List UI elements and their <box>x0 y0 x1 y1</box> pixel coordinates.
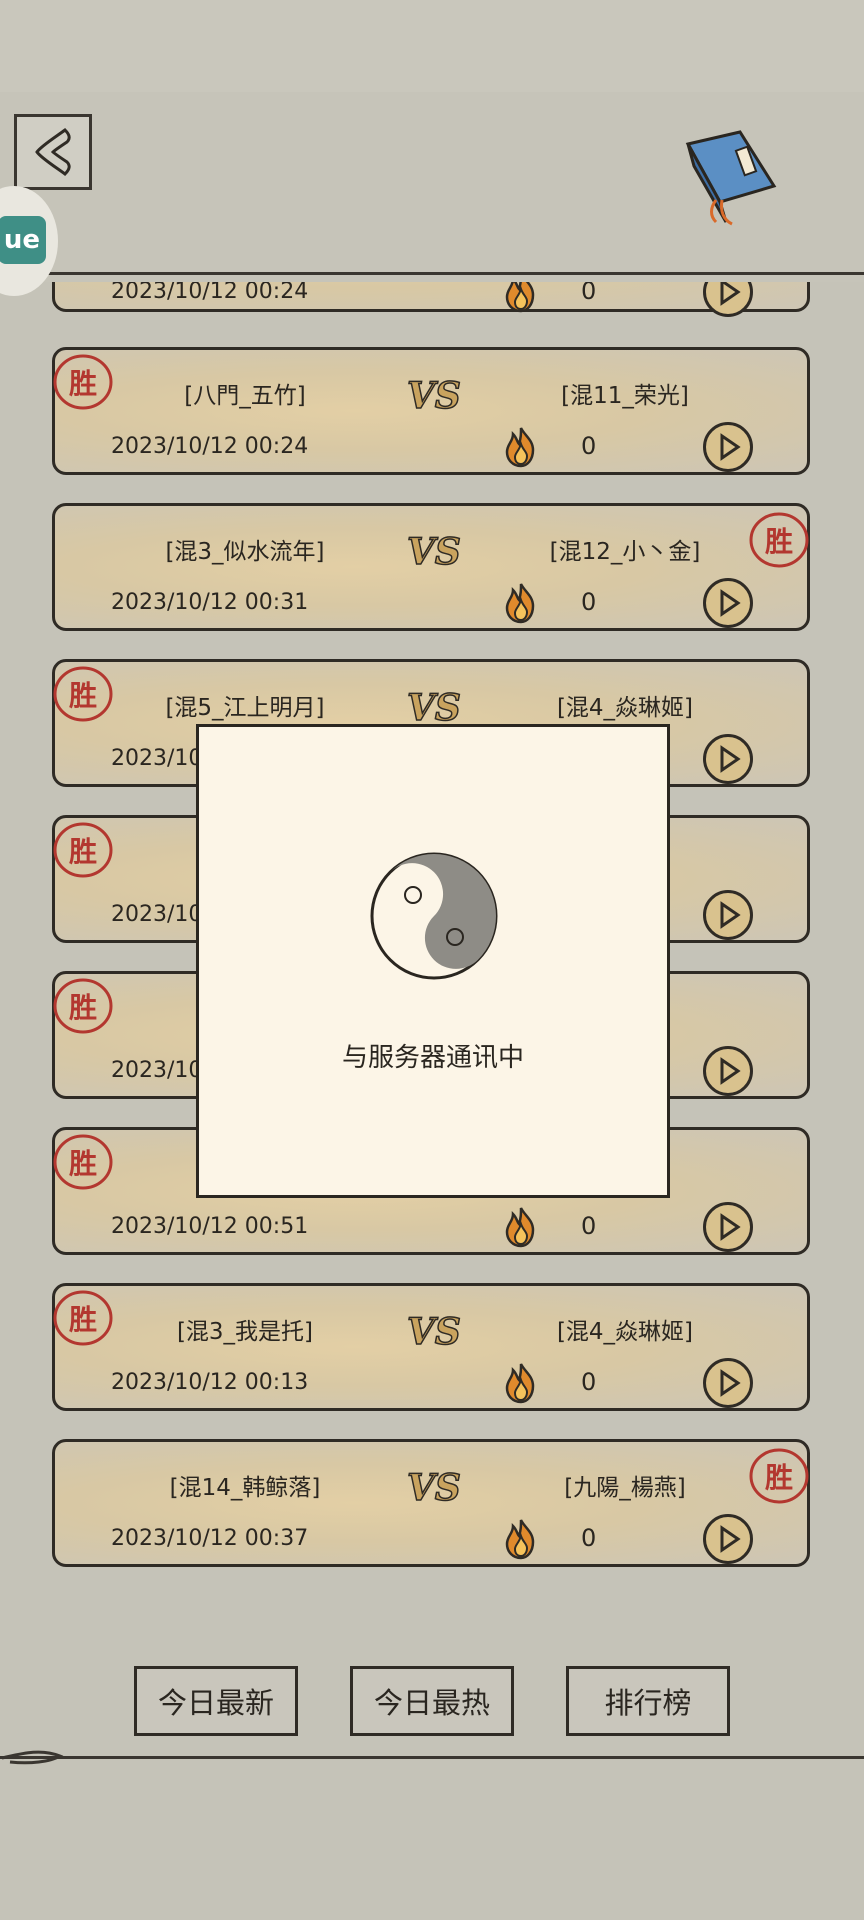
player-left-name: [混14_韩鲸落] <box>169 1475 321 1501</box>
fire-icon <box>505 427 535 468</box>
status-bar <box>0 0 864 92</box>
record-heat-count: 0 <box>581 1212 597 1240</box>
play-replay-button[interactable] <box>703 1514 753 1564</box>
record-date: 2023/10/12 00:31 <box>111 590 309 615</box>
win-stamp: 胜 <box>747 510 811 570</box>
player-right-name: [混12_小丶金] <box>549 539 701 565</box>
yin-yang-icon <box>370 852 498 980</box>
floating-app-badge-label: ue <box>0 216 46 264</box>
win-stamp: 胜 <box>747 1446 811 1506</box>
record-date: 2023/10/12 00:24 <box>111 434 309 459</box>
win-stamp: 胜 <box>51 1288 115 1348</box>
player-right-name: [混11_荣光] <box>561 383 689 409</box>
vs-icon: VS <box>406 1466 461 1508</box>
vs-icon: VS <box>406 530 461 572</box>
play-icon <box>720 282 741 306</box>
play-replay-button[interactable] <box>703 734 753 784</box>
record-date: 2023/10 <box>111 746 203 771</box>
win-stamp: 胜 <box>51 1132 115 1192</box>
win-stamp: 胜 <box>51 664 115 724</box>
record-heat-count: 0 <box>581 1524 597 1552</box>
vs-icon: VS <box>406 1310 461 1352</box>
play-icon <box>720 1213 741 1241</box>
battle-record-card[interactable]: 胜 [八門_五竹] VS [混11_荣光] 2023/10/12 00:24 0 <box>52 347 810 475</box>
play-replay-button[interactable] <box>703 1202 753 1252</box>
loading-dialog: 与服务器通讯中 <box>196 724 670 1198</box>
record-date: 2023/10 <box>111 1058 203 1083</box>
chevron-left-icon <box>35 128 71 176</box>
battle-record-card[interactable]: 胜 [混3_我是托] VS [混4_焱琳姬] 2023/10/12 00:13 … <box>52 1283 810 1411</box>
svg-text:VS: VS <box>407 687 461 728</box>
play-icon <box>720 1525 741 1553</box>
battle-record-card[interactable]: [混14_韩鲸落] VS [九陽_楊燕] 胜 2023/10/12 00:37 … <box>52 1439 810 1567</box>
vs-icon: VS <box>406 686 461 728</box>
play-replay-button[interactable] <box>703 890 753 940</box>
fire-icon <box>505 583 535 624</box>
play-icon <box>720 745 741 773</box>
record-heat-count: 0 <box>581 282 597 305</box>
play-replay-button[interactable] <box>703 1358 753 1408</box>
vs-icon: VS <box>406 374 461 416</box>
player-right-name: [混4_焱琳姬] <box>556 695 694 721</box>
player-right-name: [九陽_楊燕] <box>564 1475 686 1501</box>
player-left-name: [八門_五竹] <box>184 383 306 409</box>
play-icon <box>720 1057 741 1085</box>
play-replay-button[interactable] <box>703 282 753 317</box>
header-divider <box>0 272 864 279</box>
back-button[interactable] <box>14 114 92 190</box>
play-icon <box>720 901 741 929</box>
player-left-name: [混3_我是托] <box>176 1319 314 1345</box>
player-right-name: [混4_焱琳姬] <box>556 1319 694 1345</box>
record-heat-count: 0 <box>581 432 597 460</box>
win-stamp: 胜 <box>51 352 115 412</box>
svg-text:VS: VS <box>407 1311 461 1352</box>
brush-stroke-decoration <box>1 1750 64 1765</box>
svg-text:VS: VS <box>407 531 461 572</box>
loading-message: 与服务器通讯中 <box>341 1043 524 1073</box>
record-date: 2023/10/12 00:24 <box>111 282 309 304</box>
battle-record-card-partial[interactable]: 2023/10/12 00:24 0 <box>52 282 810 317</box>
battle-record-card[interactable]: [混3_似水流年] VS [混12_小丶金] 胜 2023/10/12 00:3… <box>52 503 810 631</box>
record-heat-count: 0 <box>581 1368 597 1396</box>
play-icon <box>720 1369 741 1397</box>
play-replay-button[interactable] <box>703 1046 753 1096</box>
play-icon <box>720 433 741 461</box>
tab-today-latest[interactable]: 今日最新 <box>134 1666 298 1736</box>
fire-icon <box>505 1207 535 1248</box>
player-left-name: [混5_江上明月] <box>165 695 325 721</box>
record-date: 2023/10/12 00:37 <box>111 1526 309 1551</box>
record-date: 2023/10 <box>111 902 203 927</box>
play-replay-button[interactable] <box>703 422 753 472</box>
fire-icon <box>505 282 535 313</box>
win-stamp: 胜 <box>51 976 115 1036</box>
fire-icon <box>505 1519 535 1560</box>
tab-leaderboard[interactable]: 排行榜 <box>566 1666 730 1736</box>
player-left-name: [混3_似水流年] <box>165 539 325 565</box>
record-date: 2023/10/12 00:13 <box>111 1370 309 1395</box>
bottom-divider <box>0 1756 864 1763</box>
record-heat-count: 0 <box>581 588 597 616</box>
tab-today-hottest[interactable]: 今日最热 <box>350 1666 514 1736</box>
record-date: 2023/10/12 00:51 <box>111 1214 309 1239</box>
play-replay-button[interactable] <box>703 578 753 628</box>
fire-icon <box>505 1363 535 1404</box>
svg-text:VS: VS <box>407 375 461 416</box>
win-stamp: 胜 <box>51 820 115 880</box>
play-icon <box>720 589 741 617</box>
svg-text:VS: VS <box>407 1467 461 1508</box>
book-scroll-icon[interactable] <box>680 126 780 226</box>
